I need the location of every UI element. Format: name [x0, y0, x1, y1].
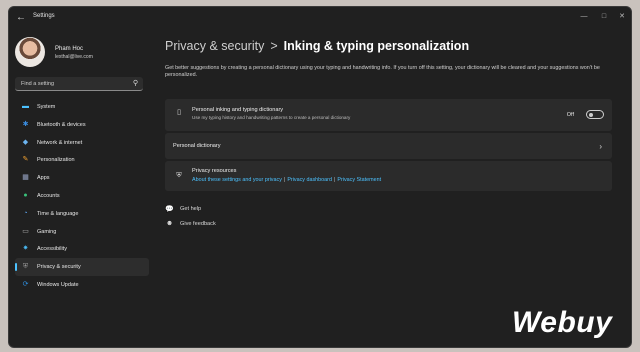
dictionary-icon: ▯	[177, 109, 181, 116]
sidebar-item-gaming[interactable]: ▭ Gaming	[15, 223, 149, 241]
sidebar-item-personalization[interactable]: ✎ Personalization	[15, 151, 149, 169]
sidebar-item-label: Network & internet	[37, 139, 83, 146]
sidebar-item-label: Time & language	[37, 210, 79, 217]
search-placeholder: Find a setting	[21, 81, 55, 87]
help-icon: 💬	[165, 206, 174, 213]
sidebar-item-accounts[interactable]: ● Accounts	[15, 187, 149, 205]
sidebar: Pham Hoc lexthal@live.com Find a setting…	[9, 29, 149, 347]
personal-dictionary-title: Personal dictionary	[173, 143, 221, 149]
sidebar-item-label: Apps	[37, 175, 50, 182]
breadcrumb-parent[interactable]: Privacy & security	[165, 39, 264, 53]
update-icon: ⟳	[22, 280, 29, 288]
sidebar-item-label: Privacy & security	[37, 264, 81, 271]
user-profile[interactable]: Pham Hoc lexthal@live.com	[15, 37, 145, 71]
sidebar-item-label: Bluetooth & devices	[37, 121, 86, 128]
apps-icon: ▦	[22, 174, 29, 182]
main-content: Privacy & security > Inking & typing perso…	[165, 29, 625, 347]
link-separator: |	[283, 177, 286, 183]
back-arrow-icon[interactable]: ←	[15, 12, 27, 24]
privacy-resources-title: Privacy resources	[192, 168, 237, 174]
watermark-logo: Webuy	[512, 306, 613, 339]
globe-clock-icon: ◔	[23, 209, 28, 217]
sidebar-item-time-language[interactable]: ◔ Time & language	[15, 205, 149, 223]
sidebar-item-apps[interactable]: ▦ Apps	[15, 169, 149, 187]
inking-dictionary-toggle[interactable]	[586, 110, 604, 119]
toggle-knob	[589, 112, 593, 117]
search-input[interactable]: Find a setting ⚲	[15, 77, 143, 91]
link-privacy-dashboard[interactable]: Privacy dashboard	[287, 177, 332, 183]
maximize-icon[interactable]: □	[597, 11, 611, 23]
app-title: Settings	[33, 13, 55, 19]
sidebar-item-windows-update[interactable]: ⟳ Windows Update	[15, 276, 149, 294]
sidebar-item-label: Windows Update	[37, 281, 79, 288]
link-privacy-statement[interactable]: Privacy Statement	[337, 177, 381, 183]
settings-window: ← Settings — □ ✕ Pham Hoc lexthal@live.c…	[8, 6, 632, 348]
sidebar-item-privacy-security[interactable]: ⛨ Privacy & security	[15, 258, 149, 276]
sidebar-item-label: Gaming	[37, 228, 57, 235]
inking-dictionary-card: ▯ Personal inking and typing dictionary …	[165, 99, 612, 131]
toggle-state-label: Off	[566, 112, 574, 118]
page-title: Inking & typing personalization	[283, 39, 470, 53]
feedback-icon: ☻	[165, 220, 174, 227]
give-feedback-label: Give feedback	[180, 221, 216, 227]
sidebar-nav: ▬ System ✱ Bluetooth & devices ◆ Network & in…	[15, 98, 149, 294]
chevron-right-icon: ›	[599, 142, 602, 151]
avatar	[15, 37, 45, 67]
get-help-label: Get help	[180, 206, 202, 212]
minimize-icon[interactable]: —	[577, 11, 591, 23]
breadcrumb: Privacy & security > Inking & typing perso…	[165, 39, 469, 53]
link-separator: |	[333, 177, 336, 183]
gamepad-icon: ▭	[22, 227, 29, 235]
accessibility-icon: ✷	[22, 245, 29, 253]
shield-icon: ⛨	[176, 172, 182, 179]
person-icon: ●	[23, 191, 28, 199]
sidebar-item-bluetooth-devices[interactable]: ✱ Bluetooth & devices	[15, 116, 149, 134]
privacy-resources-card: ⛨ Privacy resources About these settings…	[165, 161, 612, 191]
page-description: Get better suggestions by creating a per…	[165, 65, 600, 78]
shield-icon: ⛨	[22, 263, 29, 271]
search-icon[interactable]: ⚲	[133, 79, 138, 87]
breadcrumb-separator: >	[270, 39, 278, 53]
profile-name: Pham Hoc	[55, 46, 84, 52]
sidebar-item-label: Personalization	[37, 157, 75, 164]
sidebar-item-label: System	[37, 104, 56, 110]
link-about-privacy[interactable]: About these settings and your privacy	[192, 177, 282, 183]
wifi-icon: ◆	[22, 138, 29, 146]
sidebar-item-accessibility[interactable]: ✷ Accessibility	[15, 240, 149, 258]
profile-email: lexthal@live.com	[55, 54, 93, 60]
inking-dictionary-subtitle: Use my typing history and handwriting pa…	[192, 115, 351, 120]
close-icon[interactable]: ✕	[615, 11, 629, 23]
title-bar: ← Settings — □ ✕	[9, 7, 631, 29]
privacy-links: About these settings and your privacy | Pr…	[192, 177, 381, 183]
monitor-icon: ▬	[22, 103, 29, 110]
sidebar-item-label: Accessibility	[37, 246, 67, 253]
sidebar-item-network-internet[interactable]: ◆ Network & internet	[15, 134, 149, 152]
inking-dictionary-title: Personal inking and typing dictionary	[192, 107, 284, 113]
sidebar-item-label: Accounts	[37, 192, 60, 199]
brush-icon: ✎	[22, 156, 29, 164]
bluetooth-icon: ✱	[22, 120, 29, 128]
personal-dictionary-row[interactable]: Personal dictionary ›	[165, 133, 612, 159]
sidebar-item-system[interactable]: ▬ System	[15, 98, 149, 116]
